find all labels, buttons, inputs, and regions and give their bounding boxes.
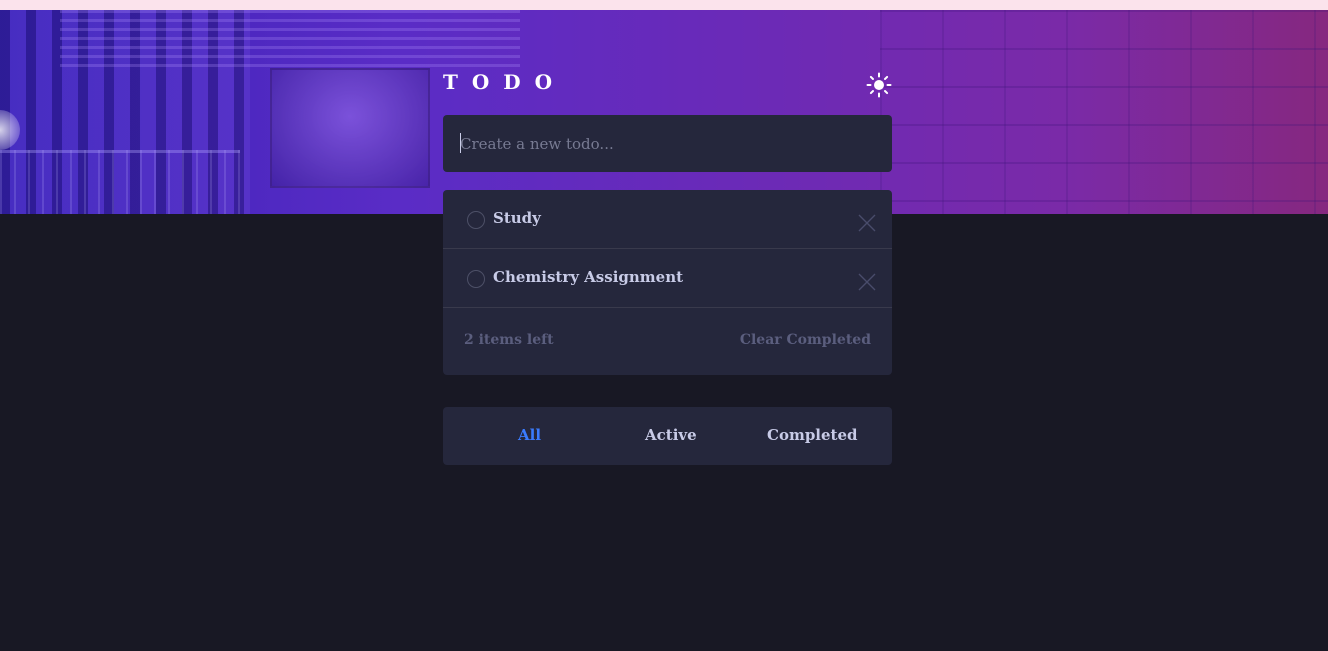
filter-all[interactable]: All [518,426,541,444]
items-left-count: 2 items left [464,332,554,348]
filter-bar: All Active Completed [443,407,892,465]
new-todo-input[interactable] [443,115,892,172]
hero-doorway [270,68,430,188]
todo-item-text: Chemistry Assignment [493,268,684,286]
circle-icon[interactable] [467,270,485,288]
app-title: TODO [443,70,567,94]
circle-icon[interactable] [467,211,485,229]
filter-completed[interactable]: Completed [767,426,858,444]
todo-item[interactable]: Chemistry Assignment [443,249,892,308]
new-todo-field[interactable] [443,115,892,172]
hero-railing [0,150,240,214]
clear-completed-button[interactable]: Clear Completed [740,332,871,348]
hero-brick-wall [880,10,1328,214]
cross-icon[interactable] [858,214,876,232]
list-footer: 2 items left Clear Completed [443,308,892,374]
top-strip [0,0,1328,10]
todo-list: Study Chemistry Assignment 2 items left … [443,190,892,375]
todo-item-text: Study [493,209,541,227]
text-caret [460,133,461,153]
hero-background-image [0,10,1328,214]
hero-ceiling [60,10,520,70]
sun-icon[interactable] [866,72,892,98]
cross-icon[interactable] [858,273,876,291]
filter-active[interactable]: Active [645,426,697,444]
header: TODO [443,70,892,100]
todo-item[interactable]: Study [443,190,892,249]
